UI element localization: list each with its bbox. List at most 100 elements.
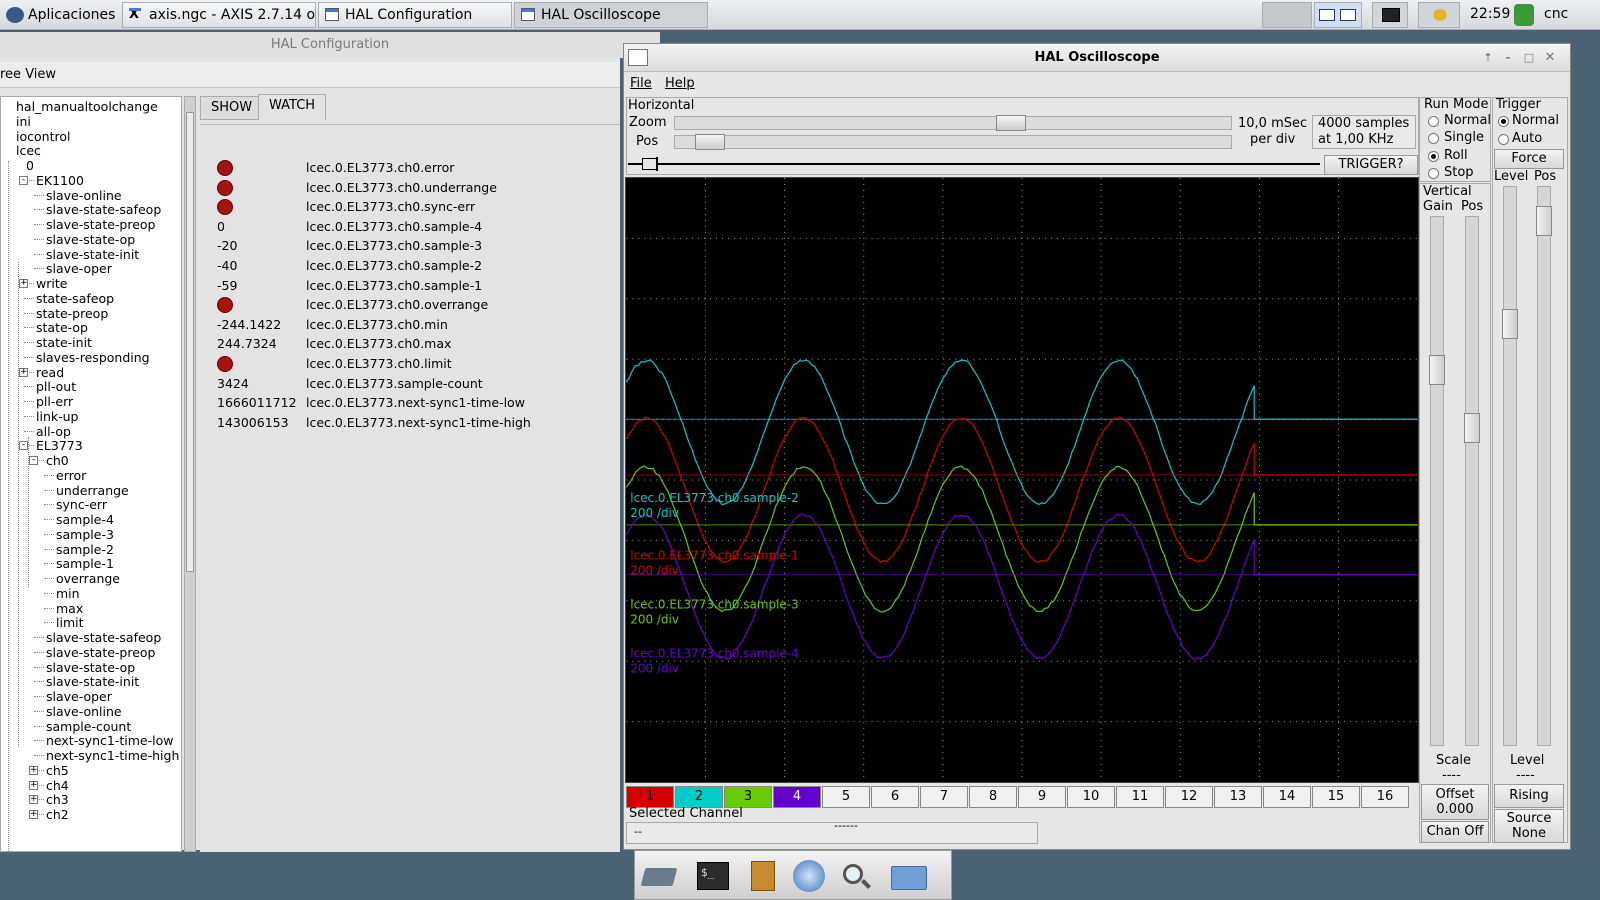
tree-item[interactable]: ch4 <box>46 778 69 793</box>
file-cabinet-icon[interactable] <box>745 860 781 892</box>
tree-item[interactable]: slave-state-preop <box>46 217 156 232</box>
channel-button[interactable]: 1 <box>626 786 674 808</box>
tree-item[interactable]: min <box>56 586 80 601</box>
channel-button[interactable]: 2 <box>675 786 723 808</box>
trigger-auto-radio[interactable] <box>1498 134 1509 145</box>
tree-item[interactable]: write <box>36 276 67 291</box>
terminal-icon[interactable]: $_ <box>695 860 731 892</box>
run-normal-radio[interactable] <box>1428 116 1439 127</box>
tab-show[interactable]: SHOW <box>200 96 263 120</box>
trigger-pos-slider[interactable] <box>1537 186 1551 746</box>
tree-item[interactable]: slave-oper <box>46 689 112 704</box>
channel-button[interactable]: 14 <box>1263 786 1311 808</box>
watch-row[interactable]: -59 lcec.0.EL3773.ch0.sample-1 <box>200 276 620 295</box>
window-menu-icon[interactable] <box>628 49 648 66</box>
trigger-pos-thumb[interactable] <box>1536 206 1552 236</box>
collapse-icon[interactable]: - <box>19 176 28 185</box>
tree-item[interactable]: slave-state-safeop <box>46 630 161 645</box>
task-axis[interactable]: X axis.ngc - AXIS 2.7.14 o... <box>122 2 316 28</box>
notification-tray-icon[interactable] <box>1418 2 1460 28</box>
channel-button[interactable]: 12 <box>1165 786 1213 808</box>
watch-row[interactable]: 1666011712 lcec.0.EL3773.next-sync1-time-… <box>200 393 620 412</box>
tree-item[interactable]: ch2 <box>46 807 69 822</box>
workspace-switcher[interactable] <box>1262 2 1312 28</box>
channel-button[interactable]: 16 <box>1361 786 1409 808</box>
expand-icon[interactable]: + <box>19 279 28 288</box>
expand-icon[interactable]: + <box>29 810 38 819</box>
tree-item[interactable]: underrange <box>56 483 129 498</box>
tree-item[interactable]: state-safeop <box>36 291 114 306</box>
chan-off-button[interactable]: Chan Off <box>1421 821 1489 843</box>
channel-button[interactable]: 8 <box>969 786 1017 808</box>
run-roll-radio[interactable] <box>1428 151 1439 162</box>
force-button[interactable]: Force <box>1494 149 1564 169</box>
task-hal-configuration[interactable]: HAL Configuration <box>318 2 512 28</box>
channel-button[interactable]: 15 <box>1312 786 1360 808</box>
shade-icon[interactable]: ⇡ <box>1482 52 1494 64</box>
tree-item[interactable]: sample-4 <box>56 512 114 527</box>
collapse-icon[interactable]: - <box>29 456 38 465</box>
web-browser-icon[interactable] <box>791 860 827 892</box>
channel-button[interactable]: 11 <box>1116 786 1164 808</box>
tree-item[interactable]: state-preop <box>36 306 108 321</box>
watch-row[interactable]: lcec.0.EL3773.ch0.underrange <box>200 178 620 197</box>
expand-icon[interactable]: + <box>19 368 28 377</box>
zoom-slider-thumb[interactable] <box>996 115 1026 131</box>
tree-item[interactable]: slave-state-init <box>46 247 139 262</box>
tree-item[interactable]: 0 <box>26 158 34 173</box>
pos-slider-thumb[interactable] <box>695 134 725 150</box>
trigger-edge-button[interactable]: Rising <box>1494 784 1564 808</box>
tree-item[interactable]: link-up <box>36 409 78 424</box>
tree-item[interactable]: limit <box>56 615 84 630</box>
tree-item[interactable]: next-sync1-time-high <box>46 748 179 763</box>
minimize-icon[interactable]: – <box>1502 52 1514 64</box>
oscilloscope-plot[interactable]: lcec.0.EL3773.ch0.sample-2200 /divlcec.0… <box>625 177 1419 783</box>
tree-item[interactable]: ch0 <box>46 453 69 468</box>
vertical-pos-slider[interactable] <box>1465 216 1479 746</box>
tree-item[interactable]: sample-1 <box>56 556 114 571</box>
tree-item[interactable]: slave-state-preop <box>46 645 156 660</box>
trigger-level-slider[interactable] <box>1503 186 1517 746</box>
tree-item[interactable]: hal_manualtoolchange <box>16 99 158 114</box>
folder-icon[interactable] <box>891 860 927 892</box>
tree-item[interactable]: slaves-responding <box>36 350 150 365</box>
maximize-icon[interactable]: □ <box>1523 52 1535 64</box>
tree-item[interactable]: slave-state-op <box>46 660 135 675</box>
tree-item[interactable]: state-init <box>36 335 92 350</box>
channel-button[interactable]: 6 <box>871 786 919 808</box>
watch-row[interactable]: 0 lcec.0.EL3773.ch0.sample-4 <box>200 217 620 236</box>
watch-row[interactable]: lcec.0.EL3773.ch0.limit <box>200 354 620 373</box>
watch-row[interactable]: 3424 lcec.0.EL3773.sample-count <box>200 374 620 393</box>
tree-item[interactable]: read <box>36 365 64 380</box>
tree-item[interactable]: slave-online <box>46 188 122 203</box>
vertical-gain-slider[interactable] <box>1430 216 1444 746</box>
watch-row[interactable]: lcec.0.EL3773.ch0.error <box>200 158 620 177</box>
trigger-button[interactable]: TRIGGER? <box>1324 155 1418 175</box>
terminal-tray-icon[interactable] <box>1372 2 1408 28</box>
channel-button[interactable]: 4 <box>773 786 821 808</box>
tree-item[interactable]: ch5 <box>46 763 69 778</box>
tree-item[interactable]: sample-2 <box>56 542 114 557</box>
channel-button[interactable]: 9 <box>1018 786 1066 808</box>
tree-item[interactable]: slave-oper <box>46 261 112 276</box>
tree-view-tab[interactable]: ree View <box>0 62 620 88</box>
watch-row[interactable]: 143006153 lcec.0.EL3773.next-sync1-time-h… <box>200 413 620 432</box>
task-hal-oscilloscope[interactable]: HAL Oscilloscope <box>514 2 708 28</box>
expand-icon[interactable]: + <box>29 795 38 804</box>
menu-file[interactable]: File <box>630 76 652 91</box>
menu-help[interactable]: Help <box>665 76 695 91</box>
close-icon[interactable]: ✕ <box>1544 52 1556 64</box>
tree-item[interactable]: EL3773 <box>36 438 83 453</box>
collapse-icon[interactable]: - <box>19 441 28 450</box>
watch-row[interactable]: lcec.0.EL3773.ch0.overrange <box>200 295 620 314</box>
vertical-gain-thumb[interactable] <box>1429 355 1445 385</box>
tree-item[interactable]: EK1100 <box>36 173 84 188</box>
applications-menu-button[interactable]: Aplicaciones <box>4 2 115 28</box>
pos-slider[interactable] <box>674 135 1232 149</box>
watch-row[interactable]: -20 lcec.0.EL3773.ch0.sample-3 <box>200 236 620 255</box>
record-position-bar[interactable] <box>626 155 1322 173</box>
vertical-pos-thumb[interactable] <box>1464 413 1480 443</box>
tree-item[interactable]: slave-state-op <box>46 232 135 247</box>
tree-item[interactable]: pll-err <box>36 394 73 409</box>
tree-item[interactable]: sample-count <box>46 719 131 734</box>
